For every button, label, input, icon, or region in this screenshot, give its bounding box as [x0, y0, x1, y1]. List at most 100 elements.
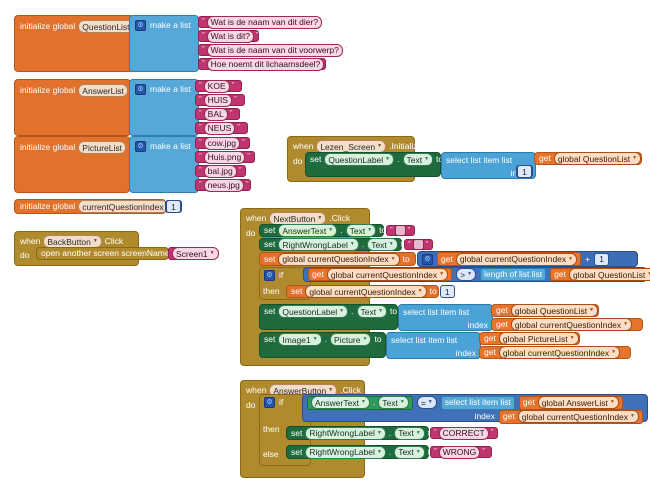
- variable-field[interactable]: global currentQuestionIndex ▼: [517, 410, 639, 423]
- block-init-global-questionlist[interactable]: initialize global QuestionList to: [14, 15, 144, 72]
- mutator-gear-icon[interactable]: [135, 20, 146, 31]
- global-name-field[interactable]: AnswerList: [78, 84, 128, 97]
- variable-field[interactable]: global currentQuestionIndex ▼: [455, 252, 578, 266]
- mutator-gear-icon[interactable]: [135, 141, 146, 152]
- mutator-gear-icon[interactable]: [135, 84, 146, 95]
- component-field[interactable]: QuestionLabel ▼: [324, 153, 395, 166]
- text-block-empty-2[interactable]: ” ”: [404, 239, 433, 250]
- text-block-correct[interactable]: ” CORRECT ”: [430, 426, 498, 440]
- blocks-workspace[interactable]: initialize global QuestionList to make a…: [0, 0, 650, 500]
- block-get-global-questionlist-next[interactable]: get global QuestionList ▼: [491, 304, 599, 317]
- property-field[interactable]: Text ▼: [345, 224, 377, 237]
- text-block-empty-1[interactable]: ” ”: [386, 225, 415, 236]
- component-field[interactable]: RightWrongLabel ▼: [305, 445, 386, 459]
- block-set-global-currentquestionindex-increment[interactable]: set global currentQuestionIndex ▼ to: [259, 252, 416, 266]
- block-init-global-picturelist[interactable]: initialize global PictureList to: [14, 136, 136, 193]
- block-select-list-item-question[interactable]: select list item list index: [398, 304, 493, 331]
- text-block-picture-1[interactable]: ” cow.jpg ”: [195, 136, 250, 150]
- text-value-field[interactable]: KOE: [203, 79, 230, 93]
- block-get-global-index-answer[interactable]: get global currentQuestionIndex ▼: [498, 409, 643, 424]
- text-value-field[interactable]: HUIS: [203, 93, 232, 107]
- block-set-rightwronglabel-correct[interactable]: set RightWrongLabel ▼ . Text ▼ to: [286, 426, 435, 440]
- block-compare-greater-than[interactable]: get global currentQuestionIndex ▼ > ▼ le…: [303, 267, 650, 282]
- variable-field[interactable]: global currentQuestionIndex ▼: [498, 346, 621, 359]
- block-get-global-picturelist[interactable]: get global PictureList ▼: [479, 332, 580, 345]
- text-block-picture-4[interactable]: ” neus.jpg ”: [195, 178, 251, 192]
- global-name-field[interactable]: PictureList: [78, 141, 126, 154]
- component-field[interactable]: AnswerText ▼: [311, 396, 370, 409]
- text-value-field[interactable]: Wat is dit?: [206, 29, 255, 43]
- text-value-field[interactable]: Huis.png: [203, 150, 246, 164]
- block-get-global-answerlist[interactable]: get global AnswerList ▼: [518, 395, 623, 410]
- number-block-index-1[interactable]: 1: [516, 165, 533, 178]
- text-block-question-4[interactable]: ” Hoe noemt dit lichaamsdeel? ”: [198, 57, 329, 71]
- number-value-field[interactable]: 1: [439, 285, 455, 298]
- block-length-of-list[interactable]: length of list list: [480, 268, 547, 281]
- component-field[interactable]: AnswerText ▼: [278, 224, 338, 237]
- text-value-field[interactable]: NEUS: [203, 121, 236, 135]
- component-field[interactable]: RightWrongLabel ▼: [305, 426, 386, 440]
- global-name-field[interactable]: QuestionList: [78, 20, 134, 33]
- text-block-answer-3[interactable]: ” BAL ”: [195, 107, 240, 121]
- block-answertext-text-getter[interactable]: AnswerText ▼ . Text ▼: [307, 395, 413, 410]
- text-value-field[interactable]: neus.jpg: [203, 178, 244, 192]
- mutator-gear-icon[interactable]: [264, 270, 275, 281]
- text-block-screen-name[interactable]: Screen1 ▼: [168, 247, 219, 260]
- text-value-field[interactable]: bal.jpg: [203, 164, 237, 178]
- block-make-a-list-answers[interactable]: make a list: [129, 79, 199, 136]
- text-value-field[interactable]: CORRECT: [438, 426, 489, 440]
- property-field[interactable]: Picture ▼: [330, 333, 372, 346]
- text-value-field[interactable]: Wat is de naam van dit dier?: [206, 15, 323, 29]
- variable-field[interactable]: global currentQuestionIndex ▼: [510, 318, 633, 331]
- block-set-questionlabel-text[interactable]: set QuestionLabel ▼ . Text ▼ to: [305, 152, 443, 177]
- comparison-operator-field[interactable]: > ▼: [456, 268, 477, 281]
- text-block-answer-4[interactable]: ” NEUS ”: [195, 121, 248, 135]
- screen-name-field[interactable]: Screen1 ▼: [172, 247, 219, 260]
- number-value-field[interactable]: 1: [517, 165, 532, 178]
- component-field[interactable]: RightWrongLabel ▼: [278, 238, 359, 251]
- property-field[interactable]: Text ▼: [394, 445, 425, 459]
- block-open-another-screen[interactable]: open another screen screenName: [36, 247, 170, 260]
- block-make-a-list-pictures[interactable]: make a list: [129, 136, 199, 193]
- block-make-a-list-questions[interactable]: make a list: [129, 15, 199, 72]
- variable-field[interactable]: global PictureList ▼: [498, 332, 579, 345]
- text-block-question-2[interactable]: ” Wat is dit? ”: [198, 29, 259, 43]
- text-block-answer-1[interactable]: ” KOE ”: [195, 79, 242, 93]
- block-compare-equals-answer[interactable]: AnswerText ▼ . Text ▼ = ▼ select list it…: [302, 394, 648, 424]
- variable-field[interactable]: global AnswerList ▼: [537, 396, 619, 409]
- block-get-global-index-picture[interactable]: get global currentQuestionIndex ▼: [479, 346, 631, 359]
- variable-field[interactable]: global QuestionList ▼: [553, 152, 642, 165]
- property-field[interactable]: Text ▼: [402, 153, 434, 166]
- block-set-rightwronglabel-wrong[interactable]: set RightWrongLabel ▼ . Text ▼ to: [286, 445, 435, 459]
- block-set-answertext-text[interactable]: set AnswerText ▼ . Text ▼ to: [259, 224, 386, 237]
- text-block-question-3[interactable]: ” Wat is de naam van dit voorwerp? ”: [198, 43, 348, 57]
- block-get-global-currentquestionindex-operand[interactable]: get global currentQuestionIndex ▼: [437, 252, 582, 266]
- block-select-list-item-answer[interactable]: select list item list: [440, 395, 515, 410]
- block-set-global-currentquestionindex-reset[interactable]: set global currentQuestionIndex ▼ to 1: [286, 285, 455, 298]
- number-value-field[interactable]: 1: [166, 200, 181, 213]
- block-init-global-answerlist[interactable]: initialize global AnswerList to: [14, 79, 138, 136]
- component-field[interactable]: QuestionLabel ▼: [278, 305, 349, 318]
- number-block-index-init[interactable]: 1: [165, 200, 182, 213]
- global-name-field[interactable]: currentQuestionIndex: [78, 200, 168, 213]
- number-operand-field[interactable]: 1: [594, 252, 610, 266]
- comparison-operator-field[interactable]: = ▼: [416, 396, 437, 409]
- text-value-field[interactable]: Hoe noemt dit lichaamsdeel?: [206, 57, 325, 71]
- block-get-global-questionlist-length[interactable]: get global QuestionList ▼: [550, 268, 650, 281]
- variable-field[interactable]: global QuestionList ▼: [568, 268, 650, 281]
- text-block-wrong[interactable]: ” WRONG ”: [430, 445, 492, 459]
- mutator-gear-icon[interactable]: [264, 397, 275, 408]
- block-select-list-item-picture[interactable]: select list item list index: [386, 332, 481, 359]
- text-value-field[interactable]: WRONG: [438, 445, 481, 459]
- property-field[interactable]: Text ▼: [394, 426, 425, 440]
- text-block-picture-2[interactable]: ” Huis.png ”: [195, 150, 255, 164]
- block-init-global-currentquestionindex[interactable]: initialize global currentQuestionIndex t…: [14, 199, 178, 214]
- block-set-questionlabel-text-next[interactable]: set QuestionLabel ▼ . Text ▼ to: [259, 304, 398, 330]
- variable-field[interactable]: global currentQuestionIndex ▼: [326, 268, 449, 281]
- property-field[interactable]: Text ▼: [356, 305, 388, 318]
- block-set-image1-picture[interactable]: set Image1 ▼ . Picture ▼ to: [259, 332, 386, 358]
- block-math-addition[interactable]: get global currentQuestionIndex ▼ + 1: [417, 251, 638, 267]
- text-block-picture-3[interactable]: ” bal.jpg ”: [195, 164, 246, 178]
- text-value-field[interactable]: BAL: [203, 107, 228, 121]
- component-field[interactable]: Image1 ▼: [278, 333, 322, 346]
